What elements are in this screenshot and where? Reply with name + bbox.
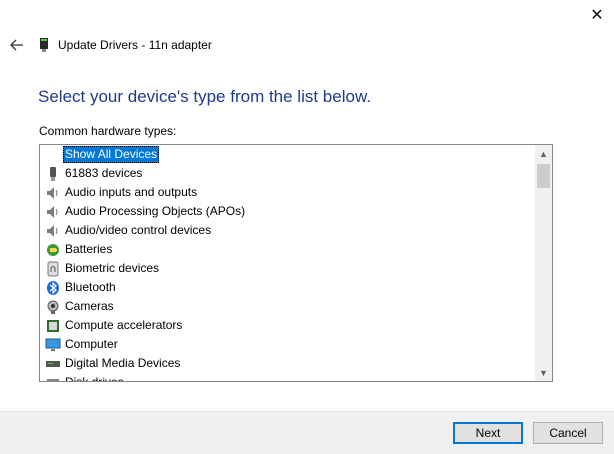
list-item[interactable]: Audio Processing Objects (APOs) — [40, 202, 535, 221]
close-button[interactable]: ✕ — [583, 4, 611, 26]
bluetooth-icon — [45, 280, 61, 296]
close-icon: ✕ — [590, 7, 604, 24]
list-item[interactable]: Batteries — [40, 240, 535, 259]
fingerprint-icon — [45, 261, 61, 277]
speaker-icon — [45, 204, 61, 220]
list-item-label: Disk drives — [65, 375, 124, 382]
list-item-label: Audio/video control devices — [65, 223, 212, 237]
chevron-down-icon: ▼ — [539, 367, 548, 378]
chip-icon — [45, 318, 61, 334]
vertical-scrollbar[interactable]: ▲ ▼ — [535, 145, 552, 381]
page-heading: Select your device's type from the list … — [38, 87, 372, 106]
media-device-icon — [45, 356, 61, 372]
scroll-down-button[interactable]: ▼ — [535, 364, 552, 381]
list-item-label: Batteries — [65, 242, 113, 256]
speaker-icon — [45, 223, 61, 239]
cancel-button[interactable]: Cancel — [533, 422, 603, 444]
list-item-label: Audio Processing Objects (APOs) — [65, 204, 246, 218]
list-item-label: Bluetooth — [65, 280, 116, 294]
list-item-label: Digital Media Devices — [65, 356, 181, 370]
list-item-label: Computer — [65, 337, 118, 351]
list-item[interactable]: Bluetooth — [40, 278, 535, 297]
list-item[interactable]: 61883 devices — [40, 164, 535, 183]
disk-drive-icon — [45, 375, 61, 381]
network-adapter-icon — [40, 38, 48, 52]
list-item[interactable]: Biometric devices — [40, 259, 535, 278]
list-label: Common hardware types: — [39, 124, 177, 138]
list-item[interactable]: Digital Media Devices — [40, 354, 535, 373]
chevron-up-icon: ▲ — [539, 148, 548, 159]
list-item[interactable]: Audio inputs and outputs — [40, 183, 535, 202]
back-arrow-icon — [10, 39, 23, 51]
list-item-label: Compute accelerators — [65, 318, 183, 332]
monitor-icon — [45, 337, 61, 353]
scrollbar-thumb[interactable] — [537, 164, 550, 188]
list-item[interactable]: Computer — [40, 335, 535, 354]
list-item[interactable]: Cameras — [40, 297, 535, 316]
wizard-title: Update Drivers - 11n adapter — [58, 38, 212, 52]
list-item[interactable]: Disk drives — [40, 373, 535, 382]
footer-bar: Next Cancel — [0, 411, 614, 454]
back-button[interactable] — [6, 35, 28, 55]
list-item[interactable]: Compute accelerators — [40, 316, 535, 335]
hardware-type-list[interactable]: Show All Devices 61883 devices Audio input… — [39, 144, 553, 382]
speaker-icon — [45, 185, 61, 201]
list-item-label: Cameras — [65, 299, 114, 313]
battery-icon — [45, 242, 61, 258]
list-item[interactable]: Audio/video control devices — [40, 221, 535, 240]
list-item-label: Audio inputs and outputs — [65, 185, 198, 199]
list-item-label: Biometric devices — [65, 261, 160, 275]
webcam-icon — [45, 299, 61, 315]
list-item-label: 61883 devices — [65, 166, 143, 180]
usb-plug-icon — [45, 166, 61, 182]
list-item-label: Show All Devices — [63, 146, 160, 163]
next-button[interactable]: Next — [453, 422, 523, 444]
scroll-up-button[interactable]: ▲ — [535, 145, 552, 162]
list-item[interactable]: Show All Devices — [40, 145, 535, 164]
